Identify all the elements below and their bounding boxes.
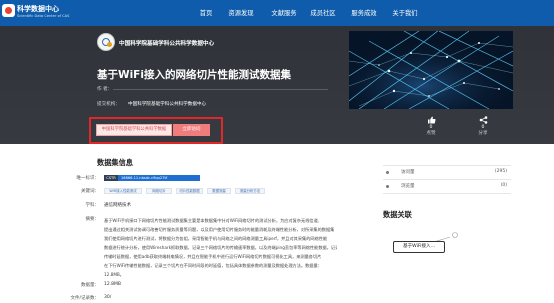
data-size-value: 12.8MB — [104, 282, 121, 287]
abstract-line: 基于WiFi手机接口下网络切片性能测试数据集主要是本数据集中针对WiFi网络切片… — [104, 218, 322, 223]
thumbs-up-icon — [427, 116, 436, 124]
dataset-title: 基于WiFi接入的网络切片性能测试数据集 — [97, 69, 291, 81]
abstract-text: 基于WiFi手机接口下网络切片性能测试数据集主要是本数据集中针对WiFi网络切片… — [104, 216, 337, 279]
abstract-line: 在下行WiFi传输性能数据，记录三个切片在不同时间段的时延值，包括具体数据参数的… — [104, 263, 322, 268]
keyword-tag[interactable]: WiFi接入性能测试 — [104, 188, 142, 194]
abstract-label: 摘要： — [85, 217, 100, 222]
top-nav: 科学数据中心 Scientific Data Center of CAS 首页 … — [0, 0, 554, 26]
site-logo[interactable]: 科学数据中心 Scientific Data Center of CAS — [2, 2, 92, 22]
cstr-tag: CSTR — [104, 175, 118, 181]
author-divider — [113, 89, 328, 90]
like-stat[interactable]: 0 点赞 — [417, 116, 445, 136]
share-label: 分享 — [478, 131, 488, 136]
data-center-logo-icon — [97, 33, 115, 51]
abstract-line: 传输时延数据，使用adb获取终端耗电情况，并且在智能手机中进行运行WiFi网络切… — [104, 254, 322, 259]
cstr-link[interactable]: 16666.11.nbsdc.c9qu27tf — [118, 175, 200, 181]
nav-item-service-results[interactable]: 服务成效 — [351, 8, 376, 17]
share-stat[interactable]: 0 分享 — [469, 116, 497, 136]
keyword-tag[interactable]: 数据测量 — [207, 188, 231, 194]
abstract-line: 提出通过相关测试协调可改善切片服务质量等问题，以及用户使用切片服务时的能量消耗及… — [104, 227, 335, 232]
visits-value: (295) — [494, 169, 507, 174]
sidebar-divider — [383, 165, 511, 166]
like-label: 点赞 — [426, 131, 436, 136]
keyword-tag[interactable]: 切片性能数据 — [176, 188, 203, 194]
sidebar-divider — [383, 193, 511, 194]
subject-label: 学科： — [85, 203, 100, 208]
dataset-cover-image — [349, 31, 513, 109]
related-dataset-node[interactable]: 基于WiFi接入... — [393, 241, 445, 253]
access-button[interactable]: 立即访问 — [173, 124, 210, 136]
views-value: (0) — [500, 183, 507, 188]
nav-item-resource-discovery[interactable]: 资源发现 — [228, 8, 253, 17]
author-label: 作 者： — [97, 87, 113, 92]
org-label: 提交机构： — [97, 102, 120, 107]
keyword-tag[interactable]: 网络切片 — [146, 188, 172, 194]
abstract-line: 数据进行统计分析，使用Wireshark抓取数据，记录三个网络切片的传输速率数据… — [104, 245, 337, 250]
file-count-value: 30/ — [104, 295, 112, 300]
logo-name: 科学数据中心 — [17, 5, 59, 13]
sidebar-row-views: 浏览量 (0) — [383, 182, 511, 191]
views-label: 浏览量 — [401, 184, 415, 189]
subject-value: 通信网络技术 — [104, 203, 131, 208]
dataset-info-title: 数据集信息 — [97, 158, 133, 167]
share-icon — [479, 116, 487, 124]
abstract-line: 我们使用网络切片进行测试，将数据分为各组，采用智能手机与网络之间的网络测量工具i… — [104, 236, 328, 241]
logo-english-name: Scientific Data Center of CAS — [17, 14, 70, 18]
identifier-label: 唯一标识： — [76, 176, 100, 181]
data-size-label: 数据量： — [81, 283, 99, 288]
abstract-line: 12.8MB。 — [104, 272, 124, 277]
network-light-pattern — [349, 31, 513, 109]
visits-label: 访问量 — [401, 170, 415, 175]
data-center-name[interactable]: 中国科学院基础学科公共科学数据中心 — [119, 39, 214, 47]
file-count-label: 文件/记录数： — [70, 296, 99, 301]
nav-item-about-us[interactable]: 关于我们 — [392, 8, 417, 17]
nav-item-home[interactable]: 首页 — [200, 8, 213, 17]
nav-item-literature-service[interactable]: 文献服务 — [271, 8, 296, 17]
logo-mark-icon — [2, 4, 15, 17]
bullet-icon — [386, 185, 389, 188]
sidebar-divider — [383, 179, 511, 180]
related-data-title: 数据关联 — [383, 210, 412, 219]
keywords-label: 关键词： — [81, 189, 99, 194]
sidebar-row-visits: 访问量 (295) — [383, 168, 511, 177]
keyword-tag[interactable]: 测量分析方法 — [235, 188, 265, 194]
citation-box[interactable]: 中国科学院基础学科公共科学数据 — [96, 124, 172, 136]
bullet-icon — [386, 171, 389, 174]
org-value[interactable]: 中国科学院基础学科公共科学数据中心 — [128, 101, 206, 107]
nav-item-member-community[interactable]: 成员社区 — [310, 8, 335, 17]
